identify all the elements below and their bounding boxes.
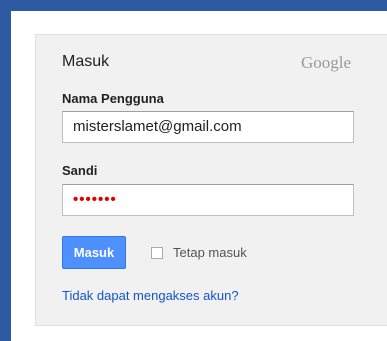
remember-checkbox[interactable] — [151, 247, 163, 259]
password-field[interactable]: ••••••• — [62, 184, 354, 216]
signin-panel — [35, 34, 387, 326]
google-logo: Google — [301, 53, 352, 72]
password-label: Sandi — [62, 163, 98, 178]
help-link[interactable]: Tidak dapat mengakses akun? — [62, 288, 239, 303]
remember-label[interactable]: Tetap masuk — [173, 245, 247, 260]
page-left-border — [0, 0, 11, 341]
signin-button[interactable]: Masuk — [62, 236, 126, 269]
username-label: Nama Pengguna — [62, 91, 164, 106]
username-field[interactable]: misterslamet@gmail.com — [62, 111, 354, 143]
page-top-border — [0, 0, 387, 11]
signin-title: Masuk — [62, 53, 110, 70]
